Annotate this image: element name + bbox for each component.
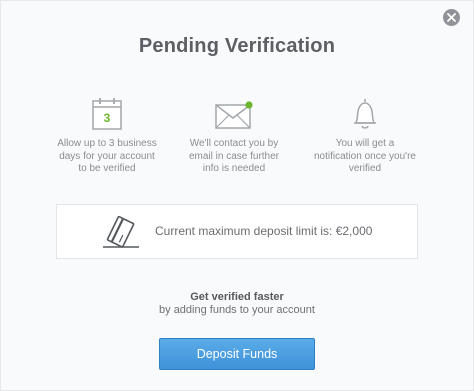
verification-steps: 3 Allow up to 3 business days for your a… (1, 96, 473, 186)
credit-card-icon (103, 215, 139, 248)
verification-modal: Pending Verification 3 Allow up to 3 bus… (0, 0, 474, 391)
close-x-icon (447, 13, 456, 22)
step-review-time: 3 Allow up to 3 business days for your a… (47, 96, 167, 176)
step-email-contact-label: We'll contact you by email in case furth… (188, 138, 280, 174)
envelope-icon (215, 101, 253, 129)
deposit-limit-panel: Current maximum deposit limit is: €2,000 (56, 204, 418, 259)
close-button[interactable] (443, 9, 460, 26)
step-review-time-label: Allow up to 3 business days for your acc… (57, 138, 157, 174)
step-email-contact: We'll contact you by email in case furth… (174, 96, 294, 176)
calendar-day-number: 3 (104, 111, 111, 125)
deposit-funds-button[interactable]: Deposit Funds (159, 338, 315, 370)
calendar-icon: 3 (92, 98, 122, 130)
deposit-limit-text: Current maximum deposit limit is: €2,000 (155, 224, 373, 238)
step-notification-label: You will get a notification once you're … (314, 138, 416, 174)
modal-title: Pending Verification (138, 35, 336, 57)
bell-icon (354, 99, 376, 129)
step-notification: You will get a notification once you're … (305, 96, 425, 176)
promo-subtitle: by adding funds to your account (159, 304, 315, 316)
promo-title: Get verified faster (190, 291, 284, 303)
